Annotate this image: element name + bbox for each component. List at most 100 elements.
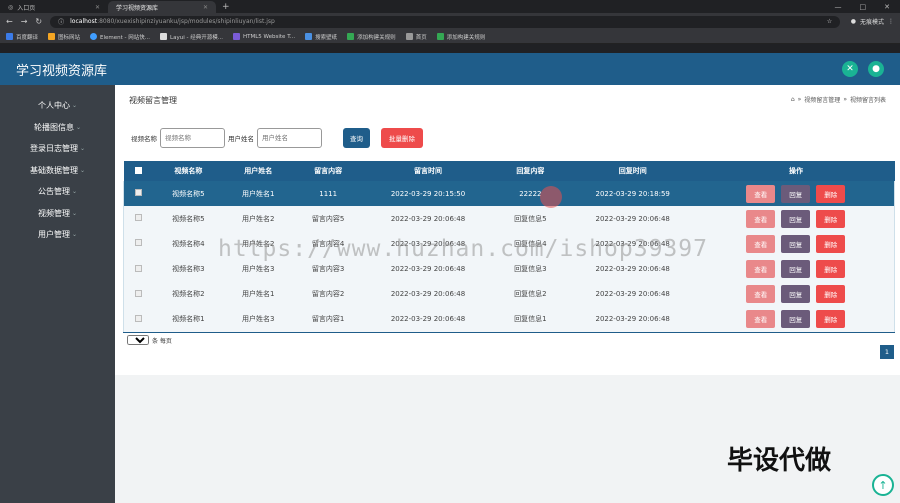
- reply-button[interactable]: 回复: [781, 310, 811, 329]
- profile-label: 无痕模式: [859, 19, 884, 26]
- delete-button[interactable]: 删除: [816, 260, 846, 279]
- delete-button[interactable]: 删除: [816, 285, 846, 304]
- reply-button[interactable]: 回复: [781, 209, 811, 228]
- incognito-icon: ●: [850, 18, 856, 25]
- tab-label: 学习视频资源库: [116, 4, 159, 12]
- view-button[interactable]: 查看: [746, 184, 776, 203]
- delete-button[interactable]: 删除: [816, 310, 846, 329]
- bookmark-icon: [6, 33, 13, 40]
- reply-button[interactable]: 回复: [781, 285, 811, 304]
- url-field[interactable]: ⓘ localhost:8080/xuexishipinziyuanku/jsp…: [50, 15, 841, 28]
- home-icon[interactable]: ⌂: [791, 96, 795, 103]
- row-checkbox[interactable]: [135, 264, 143, 272]
- view-button[interactable]: 查看: [746, 209, 776, 228]
- table-row[interactable]: 视频名称5 用户姓名2 留言内容5 2022-03-29 20:06:48 回复信息5 2…: [123, 206, 895, 232]
- column-header: 用户姓名: [244, 167, 273, 175]
- browser-tab[interactable]: ◎ 入口页 ✕: [0, 1, 108, 13]
- table-row[interactable]: 视频名称1 用户姓名3 留言内容1 2022-03-29 20:06:48 回复信息1 2…: [123, 306, 895, 333]
- row-checkbox[interactable]: [135, 189, 143, 197]
- bookmark[interactable]: Element - 网站快...: [90, 33, 150, 41]
- table-row[interactable]: 视频名称5 用户姓名1 1111 2022-03-29 20:15:50 22222 20…: [123, 181, 895, 207]
- cell-content: 留言内容2: [311, 290, 345, 299]
- cell-reply: 回复信息1: [514, 315, 547, 324]
- close-tab-icon[interactable]: ✕: [203, 4, 208, 11]
- user-name-label: 用户姓名: [228, 135, 254, 143]
- row-checkbox[interactable]: [135, 239, 143, 247]
- page-size-select[interactable]: 10: [127, 335, 149, 345]
- sidebar-item-video[interactable]: 视频管理 ⌄: [0, 203, 115, 225]
- row-checkbox[interactable]: [135, 289, 143, 297]
- select-all-checkbox[interactable]: [134, 166, 142, 174]
- bookmark[interactable]: 添加构建关规则: [347, 33, 396, 41]
- user-icon[interactable]: ●: [868, 61, 884, 77]
- bookmark[interactable]: 百度翻译: [6, 33, 38, 41]
- view-button[interactable]: 查看: [746, 234, 776, 253]
- sidebar-item-carousel[interactable]: 轮播图信息 ⌄: [0, 117, 115, 139]
- user-name-input[interactable]: [257, 128, 322, 148]
- forward-icon[interactable]: →: [21, 17, 28, 26]
- cell-user-name: 用户姓名1: [242, 189, 275, 198]
- cell-video-name: 视频名称4: [172, 239, 205, 248]
- video-name-input[interactable]: [160, 128, 225, 148]
- view-button[interactable]: 查看: [746, 260, 776, 279]
- bookmark-icon: [232, 33, 240, 40]
- column-header: 视频名称: [174, 167, 203, 175]
- reload-icon[interactable]: ↻: [35, 17, 42, 26]
- sidebar-item-base-data[interactable]: 基础数据管理 ⌄: [0, 160, 115, 182]
- bookmark-icon: [160, 33, 168, 40]
- cell-time: 2022-03-29 20:06:48: [390, 315, 466, 324]
- chevron-down-icon: ⌄: [71, 188, 78, 196]
- star-icon[interactable]: ☆: [827, 18, 832, 25]
- sidebar-item-notice[interactable]: 公告管理 ⌄: [0, 181, 115, 203]
- cell-video-name: 视频名称5: [172, 189, 205, 198]
- close-window-icon[interactable]: ✕: [884, 3, 890, 11]
- sidebar-item-profile[interactable]: 个人中心 ⌄: [0, 95, 115, 117]
- promo-stamp: 毕设代做: [727, 446, 832, 476]
- row-checkbox[interactable]: [135, 214, 143, 222]
- maximize-icon[interactable]: □: [860, 3, 867, 11]
- table-row[interactable]: 视频名称2 用户姓名1 留言内容2 2022-03-29 20:06:48 回复信息2 2…: [123, 281, 895, 307]
- browser-tab-bar: ◎ 入口页 ✕ 学习视频资源库 ✕ + — □ ✕: [0, 0, 900, 13]
- sidebar-item-login-log[interactable]: 登录日志管理 ⌄: [0, 138, 115, 160]
- view-button[interactable]: 查看: [746, 310, 776, 329]
- bookmark-icon: [436, 33, 444, 40]
- breadcrumb-item[interactable]: 视频留言管理: [804, 95, 840, 104]
- new-tab-icon[interactable]: +: [216, 2, 236, 12]
- query-button[interactable]: 查询: [343, 128, 370, 148]
- tools-icon[interactable]: ✕: [842, 61, 858, 77]
- bookmark-icon: [405, 33, 413, 40]
- back-to-top-icon[interactable]: ↑: [872, 474, 894, 496]
- delete-button[interactable]: 删除: [816, 209, 846, 228]
- bookmark[interactable]: 搜索壁纸: [305, 33, 337, 41]
- column-header: 留言内容: [314, 167, 343, 175]
- bookmark[interactable]: Layui - 经典开源模...: [160, 33, 223, 41]
- row-checkbox[interactable]: [135, 314, 143, 322]
- cell-content: 留言内容1: [311, 315, 345, 324]
- reply-button[interactable]: 回复: [781, 184, 811, 203]
- bookmark[interactable]: 添加构建关规则: [436, 33, 485, 41]
- bookmark[interactable]: 首页: [405, 33, 427, 41]
- chevron-down-icon: ⌄: [71, 231, 78, 239]
- cell-reply-time: 2022-03-29 20:18:59: [595, 189, 670, 198]
- delete-button[interactable]: 删除: [816, 234, 846, 253]
- bookmark[interactable]: 图标网站: [48, 33, 80, 41]
- reply-button[interactable]: 回复: [781, 234, 811, 253]
- back-icon[interactable]: ←: [6, 17, 13, 26]
- profile-button[interactable]: ● 无痕模式 ⋮: [851, 17, 894, 26]
- column-header: 回复时间: [618, 167, 647, 175]
- browser-tab-active[interactable]: 学习视频资源库 ✕: [108, 1, 216, 13]
- view-button[interactable]: 查看: [746, 285, 776, 304]
- sidebar-item-users[interactable]: 用户管理 ⌄: [0, 224, 115, 246]
- page-number-button[interactable]: 1: [880, 345, 894, 359]
- main-content: 视频留言管理 ⌂ » 视频留言管理 » 视频留言列表 视频名称 用户姓名 查询 …: [115, 85, 900, 375]
- batch-delete-button[interactable]: 批量删除: [381, 128, 423, 148]
- minimize-icon[interactable]: —: [835, 3, 842, 11]
- bookmark-icon: [347, 33, 355, 40]
- menu-icon[interactable]: ⋮: [888, 18, 894, 25]
- chevron-down-icon: ⌄: [71, 209, 78, 217]
- close-tab-icon[interactable]: ✕: [95, 4, 100, 11]
- bookmark[interactable]: HTML5 Website T...: [232, 33, 295, 40]
- delete-button[interactable]: 删除: [816, 184, 846, 203]
- page-size-suffix: 条 每页: [152, 337, 172, 345]
- reply-button[interactable]: 回复: [781, 260, 811, 279]
